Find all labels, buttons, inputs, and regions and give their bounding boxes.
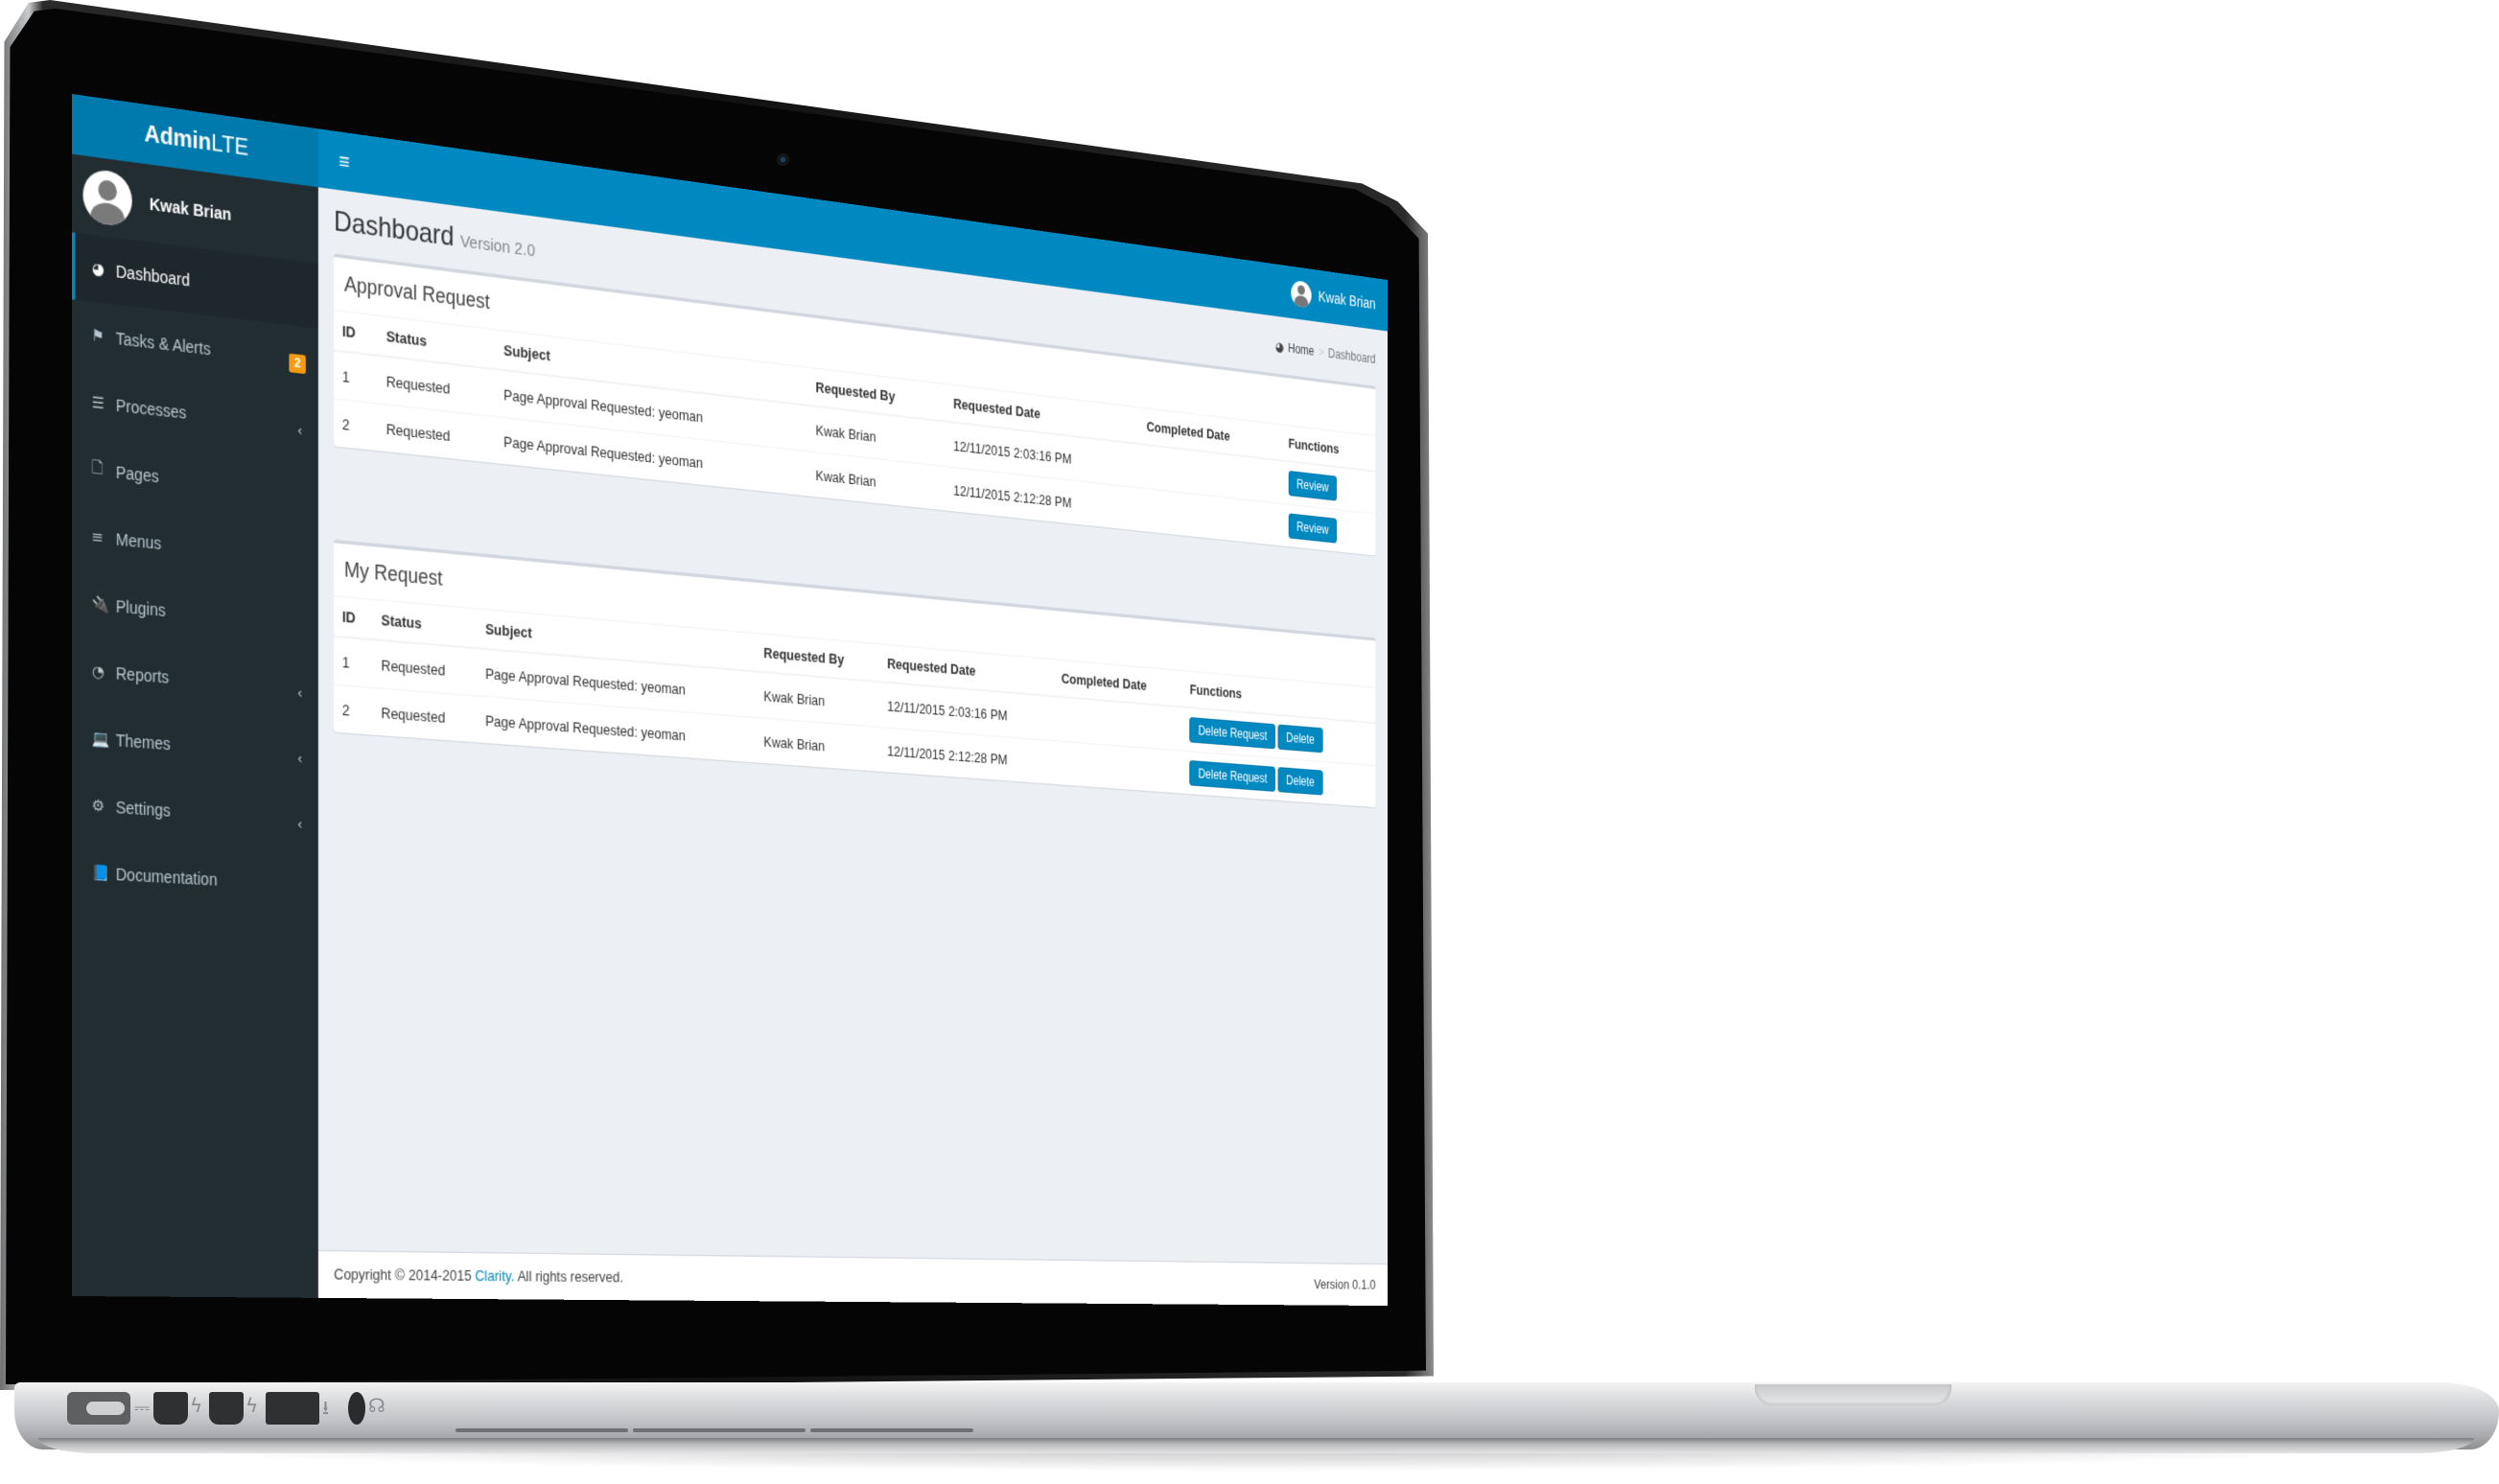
sidebar: Kwak Brian ◕ Dashboard ⚑ Tasks & Alerts 2 ☰ Pr…	[72, 153, 318, 1298]
pie-chart-icon: ◔	[91, 661, 105, 682]
chevron-left-icon: ‹	[296, 750, 303, 769]
lid-opening-notch	[1755, 1384, 1951, 1405]
chevron-left-icon: ‹	[296, 422, 303, 441]
sidebar-item-label: Processes	[115, 395, 187, 423]
cell-id: 2	[334, 399, 379, 452]
usb-icon: ⭳	[322, 1396, 329, 1419]
chevron-left-icon: ‹	[296, 684, 303, 704]
breadcrumb: ◕ Home > Dashboard	[1275, 339, 1376, 367]
my-request-box: My Request ID Status Subject Requested By Re…	[334, 539, 1376, 808]
laptop-base-lip	[38, 1438, 2474, 1453]
cell-status: Requested	[372, 639, 478, 696]
delete-button[interactable]: Delete	[1277, 767, 1323, 796]
sidebar-item-label: Plugins	[115, 596, 166, 620]
cell-id: 1	[334, 636, 373, 688]
cell-id: 1	[334, 350, 379, 405]
header-user-name: Kwak Brian	[1318, 288, 1376, 313]
magsafe-port	[67, 1392, 130, 1425]
sidebar-item-documentation[interactable]: 📘 Documentation	[72, 838, 318, 917]
breadcrumb-separator: >	[1318, 344, 1324, 360]
thunderbolt-icon: ϟ	[190, 1394, 203, 1417]
main-footer: Copyright © 2014-2015 Clarity. All right…	[317, 1249, 1389, 1307]
speaker-vent	[810, 1428, 973, 1432]
delete-request-button[interactable]: Delete Request	[1189, 760, 1276, 792]
usb-port	[266, 1392, 319, 1425]
hamburger-menu-icon: ≡	[339, 148, 350, 174]
user-avatar-icon	[1291, 279, 1312, 309]
column-header: ID	[334, 311, 379, 356]
sidebar-menu: ◕ Dashboard ⚑ Tasks & Alerts 2 ☰ Processes ‹ 🗋 Pa…	[72, 232, 318, 917]
sidebar-toggle-button[interactable]: ≡	[329, 130, 360, 193]
dashboard-icon: ◕	[1274, 338, 1284, 355]
dc-power-icon: ⎓	[134, 1396, 150, 1419]
cell-status: Requested	[372, 687, 478, 743]
thunderbolt-port	[153, 1392, 188, 1425]
column-header: ID	[334, 596, 373, 640]
sidebar-item-label: Pages	[115, 462, 159, 486]
chevron-left-icon: ‹	[296, 816, 303, 834]
headphone-port	[348, 1392, 365, 1425]
plug-icon: 🔌	[91, 594, 110, 615]
delete-request-button[interactable]: Delete Request	[1189, 717, 1276, 750]
laptop-screen: Admin LTE ≡ Kwak Brian Kwak Brian ◕ Dashbo…	[72, 94, 1389, 1307]
speaker-vent	[633, 1428, 806, 1432]
headphone-icon: ☊	[368, 1394, 385, 1417]
speaker-vent	[455, 1428, 628, 1432]
page-title-text: Dashboard	[334, 205, 455, 253]
review-button[interactable]: Review	[1288, 513, 1338, 544]
laptop-icon: 💻	[91, 729, 110, 749]
logo-bold-text: Admin	[144, 120, 212, 156]
user-avatar-icon	[82, 167, 132, 228]
cell-requested-by: Kwak Brian	[756, 717, 880, 772]
gear-icon: ⚙	[91, 797, 105, 816]
server-icon: ☰	[91, 393, 105, 413]
copyright-text: Copyright © 2014-2015	[334, 1264, 472, 1285]
bars-icon: ≡	[91, 527, 105, 547]
footer-version: Version 0.1.0	[1314, 1276, 1376, 1293]
footer-copyright: Copyright © 2014-2015 Clarity. All right…	[334, 1265, 623, 1286]
dashboard-icon: ◕	[91, 259, 105, 279]
sidebar-item-label: Settings	[115, 797, 171, 821]
book-icon: 📘	[91, 864, 110, 883]
sidebar-item-label: Themes	[115, 730, 171, 754]
content-wrapper: Dashboard Version 2.0 ◕ Home > Dashboard …	[317, 187, 1389, 1307]
thunderbolt-icon: ϟ	[245, 1394, 259, 1417]
sidebar-user-name: Kwak Brian	[149, 194, 232, 223]
sidebar-item-label: Menus	[115, 529, 162, 553]
file-icon: 🗋	[91, 458, 104, 478]
delete-button[interactable]: Delete	[1277, 724, 1323, 754]
sidebar-item-label: Reports	[115, 663, 170, 687]
thunderbolt-port	[209, 1392, 244, 1425]
footer-brand-link[interactable]: Clarity.	[475, 1267, 514, 1285]
sidebar-item-label: Dashboard	[115, 261, 190, 290]
breadcrumb-home-link[interactable]: Home	[1288, 340, 1314, 359]
cell-completed-date	[1054, 740, 1183, 794]
review-button[interactable]: Review	[1288, 470, 1338, 501]
flag-icon: ⚑	[91, 326, 105, 346]
page-subtitle: Version 2.0	[459, 231, 536, 262]
page-title: Dashboard Version 2.0	[334, 206, 535, 265]
sidebar-item-label: Documentation	[115, 864, 218, 890]
logo-light-text: LTE	[211, 129, 249, 161]
sidebar-item-label: Tasks & Alerts	[115, 328, 211, 359]
webcam	[777, 153, 789, 166]
admin-app: Admin LTE ≡ Kwak Brian Kwak Brian ◕ Dashbo…	[72, 94, 1389, 1307]
breadcrumb-current: Dashboard	[1327, 345, 1376, 367]
cell-id: 2	[334, 684, 373, 735]
notification-badge: 2	[289, 353, 306, 375]
rights-text: All rights reserved.	[517, 1267, 623, 1286]
